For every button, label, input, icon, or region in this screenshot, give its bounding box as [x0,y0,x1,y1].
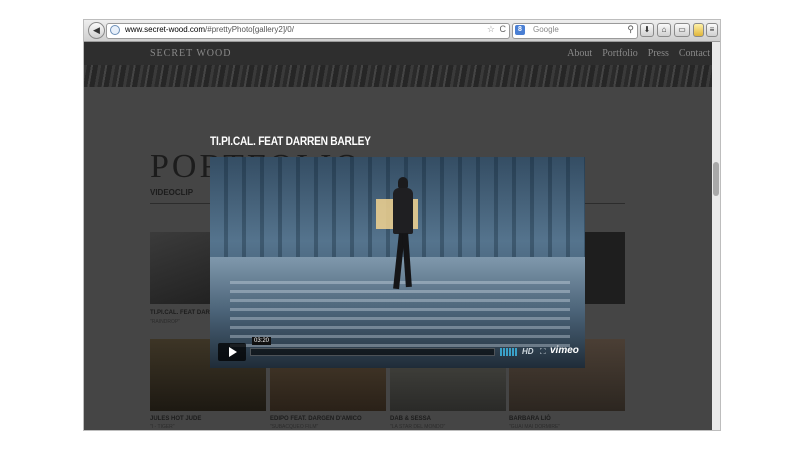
browser-window: ◀ www.secret-wood.com/#prettyPhoto[galle… [84,20,720,430]
thumb-7-subtitle: "LA STAR DEL MONDO" [390,424,446,430]
search-icon[interactable]: ⚲ [627,24,634,35]
video-player[interactable]: 03:20 HD ⛶ vimeo [210,157,585,368]
time-badge: 03:20 [252,337,272,345]
vimeo-logo[interactable]: vimeo [550,345,579,356]
search-engine-icon[interactable]: 8 [515,25,525,35]
url-path: /#prettyPhoto[gallery2]/0/ [205,25,294,34]
home-icon: ⌂ [661,25,667,34]
screen-button[interactable]: ▭ [674,23,690,37]
search-bar[interactable]: 8 Google ⚲ [512,23,638,39]
hd-button[interactable]: HD [522,347,534,356]
thumb-6-title[interactable]: EDIPO FEAT. DARGEN D'AMICO [270,416,362,422]
thumb-5-subtitle: "I - TIGER" [150,424,175,430]
web-page: SECRET WOOD About Portfolio Press Contac… [84,42,720,430]
play-button[interactable] [218,343,246,361]
scrollbar-thumb[interactable] [713,162,719,196]
section-label: VIDEOCLIP [150,188,194,197]
url-bar[interactable]: www.secret-wood.com/#prettyPhoto[gallery… [106,23,510,39]
nav-portfolio[interactable]: Portfolio [602,48,638,59]
url-text: www.secret-wood.com/#prettyPhoto[gallery… [125,25,294,34]
download-button[interactable]: ⬇ [640,23,654,37]
screen-icon: ▭ [678,25,686,34]
progress-bar[interactable] [250,348,495,356]
person-leg-right [402,232,412,288]
thumb-6-subtitle: "SUBACQUEO FILM" [270,424,319,430]
video-person [390,177,416,292]
nav-about[interactable]: About [567,48,592,59]
menu-icon: ≡ [709,25,715,34]
thumb-8-title[interactable]: BARBARA LIÒ [509,416,551,422]
download-icon: ⬇ [643,25,651,34]
volume-icon[interactable] [500,348,518,356]
nav-contact[interactable]: Contact [679,48,710,59]
header-texture [84,65,720,87]
thumb-1-subtitle: "RAINDROP" [150,319,180,325]
bookmark-star-icon[interactable]: ☆ [487,24,495,35]
thumb-5-title[interactable]: JULES HOT JUDE [150,416,201,422]
fullscreen-icon[interactable]: ⛶ [540,347,546,357]
back-arrow-icon: ◀ [93,25,100,35]
thumb-8-subtitle: "GUAI MAI DORMIRE" [509,424,561,430]
globe-icon [110,25,120,35]
site-logo[interactable]: SECRET WOOD [150,48,231,59]
player-controls: 03:20 HD ⛶ vimeo [218,337,579,361]
reload-icon[interactable]: C [500,24,507,34]
menu-button[interactable]: ≡ [706,23,718,37]
home-button[interactable]: ⌂ [657,23,671,37]
thumb-7-title[interactable]: DAB & SESSA [390,416,431,422]
site-header: SECRET WOOD About Portfolio Press Contac… [84,42,720,87]
nav-press[interactable]: Press [648,48,669,59]
back-button[interactable]: ◀ [88,22,105,39]
search-input[interactable]: Google [533,25,559,34]
person-body [393,188,413,234]
site-nav: About Portfolio Press Contact [567,48,710,59]
browser-toolbar: ◀ www.secret-wood.com/#prettyPhoto[galle… [84,20,720,42]
page-scrollbar[interactable] [712,42,720,430]
notes-button[interactable] [693,23,704,37]
url-host: www.secret-wood.com [125,25,206,34]
lightbox-title: TI.PI.CAL. FEAT DARREN BARLEY [210,134,371,148]
